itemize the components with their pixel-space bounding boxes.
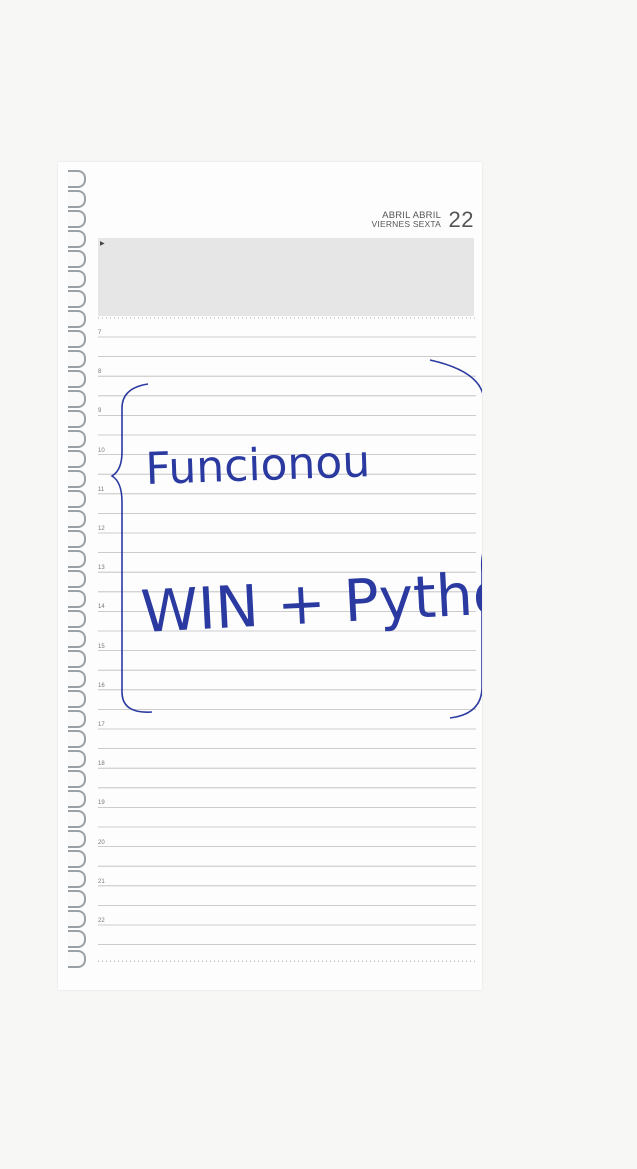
planner-page: ABRIL ABRIL VIERNES SEXTA 22 ▶ 7 8 9 10 11 12… bbox=[58, 162, 482, 990]
left-brace-icon bbox=[110, 383, 153, 713]
handwriting-line-1: Funcionou bbox=[145, 436, 371, 495]
right-brace-icon bbox=[429, 359, 482, 719]
handwriting-line-2: WIN + Python bbox=[139, 557, 482, 646]
handwritten-note: Funcionou WIN + Python bbox=[110, 359, 482, 719]
